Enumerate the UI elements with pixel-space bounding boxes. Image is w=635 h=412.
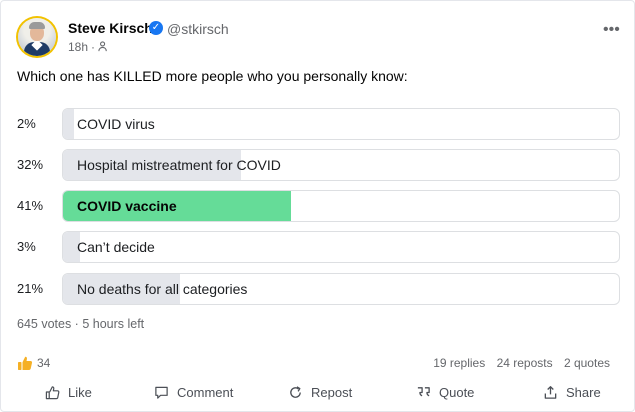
author-handle[interactable]: @stkirsch <box>167 21 229 37</box>
poll-option-bar[interactable]: COVID virus <box>62 108 620 140</box>
poll-option[interactable]: 41% COVID vaccine <box>17 190 620 222</box>
author-name[interactable]: Steve Kirsch <box>68 20 153 36</box>
likes-summary[interactable]: 34 <box>17 355 50 371</box>
poll-option-fill <box>63 109 75 139</box>
post-time[interactable]: 18h <box>68 40 88 54</box>
action-bar: Like Comment Repost Quote Share <box>1 381 635 409</box>
poll-option-bar[interactable]: COVID vaccine <box>62 190 620 222</box>
comment-label: Comment <box>177 385 234 400</box>
poll-option-label: COVID virus <box>77 116 155 132</box>
likes-count: 34 <box>37 356 51 370</box>
thumbs-up-icon <box>45 386 60 400</box>
poll-option-percent: 2% <box>17 116 36 131</box>
poll-option-percent: 32% <box>17 157 44 172</box>
author-avatar[interactable] <box>16 16 58 58</box>
poll-option-percent: 21% <box>17 281 44 296</box>
poll-option-bar[interactable]: No deaths for all categories <box>62 273 620 305</box>
reposts-count[interactable]: 24 reposts <box>497 356 553 370</box>
poll-option[interactable]: 2% COVID virus <box>17 108 620 140</box>
quote-label: Quote <box>439 385 475 400</box>
share-label: Share <box>566 385 601 400</box>
poll-option[interactable]: 32% Hospital mistreatment for COVID <box>17 149 620 181</box>
verified-badge-icon: ✓ <box>149 21 163 35</box>
post-meta: 18h · <box>68 40 109 54</box>
avatar-photo <box>18 18 56 56</box>
quote-icon <box>417 387 430 397</box>
thumbs-up-icon <box>18 356 33 370</box>
more-dots-icon[interactable]: ••• <box>603 21 620 39</box>
divider <box>17 375 618 376</box>
poll-option-percent: 41% <box>17 198 44 213</box>
poll-option-bar[interactable]: Hospital mistreatment for COVID <box>62 149 620 181</box>
poll-option-percent: 3% <box>17 239 36 254</box>
people-icon <box>98 41 107 52</box>
poll-option-label: Can’t decide <box>77 239 155 255</box>
post-card: Steve Kirsch ✓ @stkirsch 18h · ••• Which … <box>0 0 635 412</box>
repost-button[interactable]: Repost <box>288 385 352 400</box>
repost-label: Repost <box>311 385 353 400</box>
like-label: Like <box>68 385 92 400</box>
quotes-count[interactable]: 2 quotes <box>564 356 610 370</box>
poll-option-label: No deaths for all categories <box>77 281 248 297</box>
poll-option[interactable]: 21% No deaths for all categories <box>17 273 620 305</box>
post-question: Which one has KILLED more people who you… <box>17 68 408 84</box>
comment-button[interactable]: Comment <box>154 385 233 400</box>
comment-bubble-icon <box>155 386 168 399</box>
quote-button[interactable]: Quote <box>416 385 474 400</box>
poll-option[interactable]: 3% Can’t decide <box>17 231 620 263</box>
like-button[interactable]: Like <box>45 385 92 400</box>
poll-option-label: Hospital mistreatment for COVID <box>77 157 281 173</box>
replies-count[interactable]: 19 replies <box>433 356 485 370</box>
engagement-counts: 19 replies 24 reposts 2 quotes <box>425 356 610 370</box>
poll-option-label: COVID vaccine <box>77 198 177 214</box>
share-icon <box>544 386 557 399</box>
repost-icon <box>290 386 301 398</box>
poll-votes-status: 645 votes · 5 hours left <box>17 317 145 331</box>
share-button[interactable]: Share <box>543 385 601 400</box>
poll-option-bar[interactable]: Can’t decide <box>62 231 620 263</box>
